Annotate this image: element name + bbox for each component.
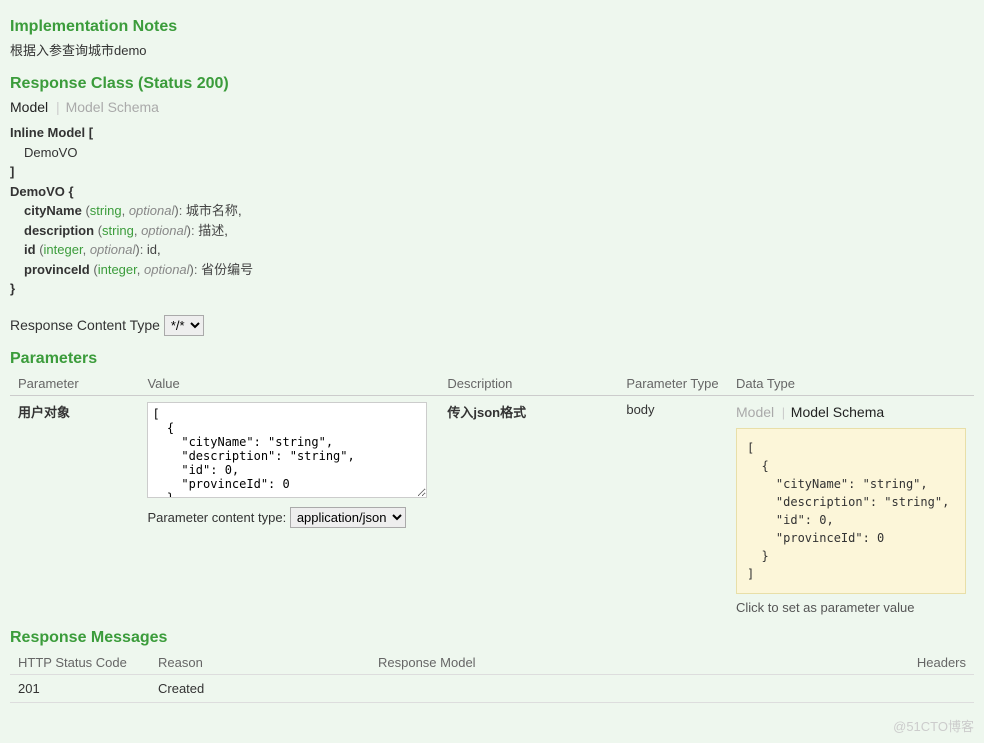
field-opt: optional bbox=[144, 262, 190, 277]
parameters-heading: Parameters bbox=[10, 350, 974, 368]
schema-box[interactable]: [ { "cityName": "string", "description":… bbox=[736, 428, 966, 594]
col-data-type: Data Type bbox=[728, 372, 974, 396]
watermark: @51CTO博客 bbox=[893, 716, 974, 735]
field-type: integer bbox=[44, 242, 83, 257]
param-content-type-row: Parameter content type: application/json bbox=[147, 507, 431, 528]
model-block: Inline Model [ DemoVO ] DemoVO { cityNam… bbox=[10, 123, 974, 299]
response-messages-heading: Response Messages bbox=[10, 629, 974, 647]
impl-notes-heading: Implementation Notes bbox=[10, 18, 974, 36]
field-opt: optional bbox=[141, 223, 187, 238]
param-name-cell: 用户对象 bbox=[10, 395, 139, 621]
field-type: string bbox=[90, 203, 122, 218]
param-datatype-cell: Model | Model Schema [ { "cityName": "st… bbox=[728, 395, 974, 621]
param-value-cell: Parameter content type: application/json bbox=[139, 395, 439, 621]
headers-cell bbox=[854, 674, 974, 702]
field-row: description (string, optional): 描述, bbox=[24, 221, 974, 241]
field-desc: 省份编号 bbox=[201, 262, 253, 277]
col-reason: Reason bbox=[150, 651, 370, 675]
field-name: cityName bbox=[24, 203, 82, 218]
inline-model-item: DemoVO bbox=[24, 143, 974, 163]
demovo-open: DemoVO { bbox=[10, 182, 974, 202]
click-hint: Click to set as parameter value bbox=[736, 600, 966, 615]
field-desc: 城市名称 bbox=[186, 203, 238, 218]
col-headers: Headers bbox=[854, 651, 974, 675]
col-status-code: HTTP Status Code bbox=[10, 651, 150, 675]
col-parameter-type: Parameter Type bbox=[618, 372, 728, 396]
response-content-type-label: Response Content Type bbox=[10, 317, 160, 333]
field-desc: 描述 bbox=[198, 223, 224, 238]
param-value-textarea[interactable] bbox=[147, 402, 427, 498]
table-row: 用户对象 Parameter content type: application… bbox=[10, 395, 974, 621]
tab-separator: | bbox=[56, 99, 60, 115]
response-model-cell bbox=[370, 674, 854, 702]
field-opt: optional bbox=[90, 242, 136, 257]
parameters-table: Parameter Value Description Parameter Ty… bbox=[10, 372, 974, 621]
datatype-tabs: Model | Model Schema bbox=[736, 402, 966, 422]
param-type-cell: body bbox=[618, 395, 728, 621]
param-content-type-select[interactable]: application/json bbox=[290, 507, 406, 528]
status-code-cell: 201 bbox=[10, 674, 150, 702]
col-response-model: Response Model bbox=[370, 651, 854, 675]
param-content-type-label: Parameter content type: bbox=[147, 510, 286, 525]
response-content-type-select[interactable]: */* bbox=[164, 315, 204, 336]
inline-model-close: ] bbox=[10, 162, 974, 182]
field-row: id (integer, optional): id, bbox=[24, 240, 974, 260]
tab-model[interactable]: Model bbox=[10, 97, 50, 117]
response-content-type-row: Response Content Type */* bbox=[10, 315, 974, 336]
col-description: Description bbox=[439, 372, 618, 396]
field-name: description bbox=[24, 223, 94, 238]
demovo-close: } bbox=[10, 279, 974, 299]
tab-model-schema[interactable]: Model Schema bbox=[66, 97, 161, 117]
reason-cell: Created bbox=[150, 674, 370, 702]
field-name: id bbox=[24, 242, 36, 257]
table-row: 201 Created bbox=[10, 674, 974, 702]
response-class-heading: Response Class (Status 200) bbox=[10, 75, 974, 93]
tab-model[interactable]: Model bbox=[736, 402, 776, 422]
tab-model-schema[interactable]: Model Schema bbox=[791, 402, 886, 422]
response-messages-table: HTTP Status Code Reason Response Model H… bbox=[10, 651, 974, 703]
field-name: provinceId bbox=[24, 262, 90, 277]
field-row: cityName (string, optional): 城市名称, bbox=[24, 201, 974, 221]
col-value: Value bbox=[139, 372, 439, 396]
field-type: string bbox=[102, 223, 134, 238]
param-desc-cell: 传入json格式 bbox=[439, 395, 618, 621]
tab-separator: | bbox=[782, 405, 785, 420]
col-parameter: Parameter bbox=[10, 372, 139, 396]
field-type: integer bbox=[98, 262, 137, 277]
field-desc: id bbox=[147, 242, 157, 257]
response-class-tabs: Model | Model Schema bbox=[10, 97, 974, 117]
inline-model-open: Inline Model [ bbox=[10, 123, 974, 143]
field-opt: optional bbox=[129, 203, 175, 218]
field-row: provinceId (integer, optional): 省份编号 bbox=[24, 260, 974, 280]
impl-notes-text: 根据入参查询城市demo bbox=[10, 40, 974, 59]
